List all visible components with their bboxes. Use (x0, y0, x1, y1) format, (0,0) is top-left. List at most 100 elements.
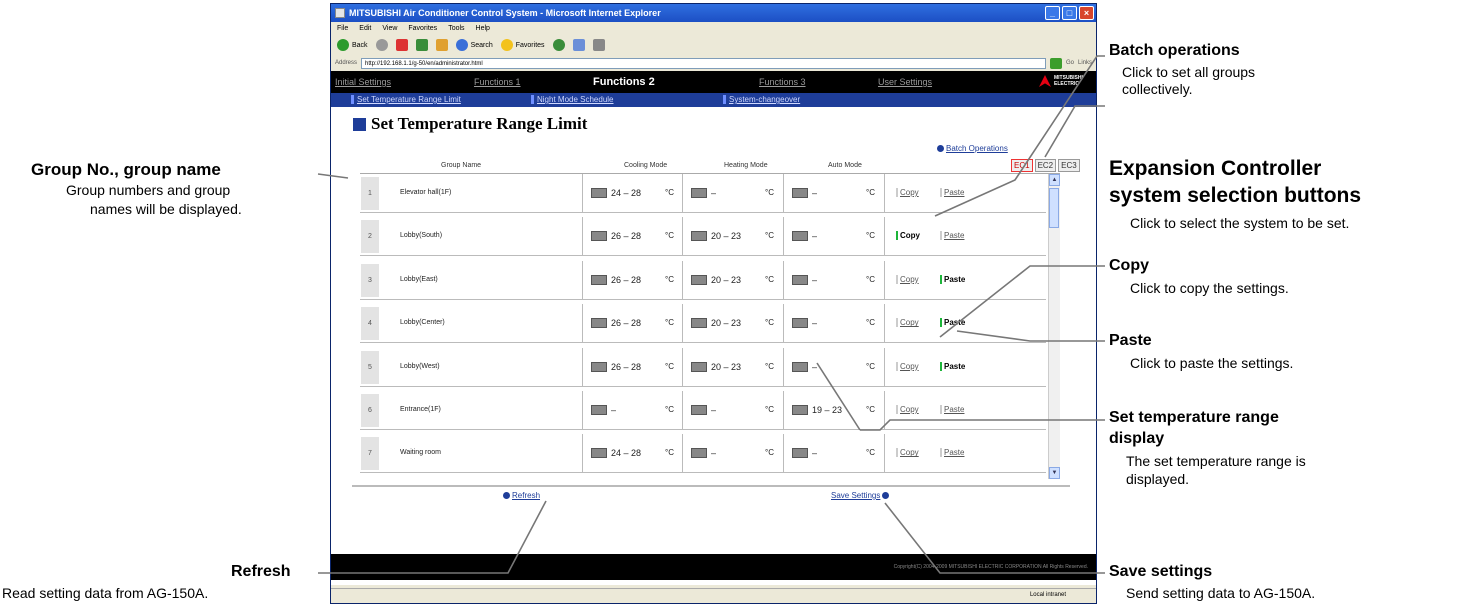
paste-button[interactable]: Paste (940, 274, 965, 284)
menu-view[interactable]: View (382, 25, 397, 32)
paste-button[interactable]: Paste (940, 188, 964, 197)
unit-label: °C (765, 231, 774, 241)
nav-functions-2[interactable]: Functions 2 (593, 76, 655, 88)
cooling-edit-button[interactable] (591, 231, 607, 242)
copy-button[interactable]: Copy (896, 231, 920, 241)
copy-button[interactable]: Copy (896, 188, 919, 197)
nav-user-settings[interactable]: User Settings (878, 77, 932, 87)
sub-nav-temp-range[interactable]: Set Temperature Range Limit (351, 95, 461, 104)
cooling-edit-button[interactable] (591, 448, 607, 459)
stop-button[interactable] (395, 39, 408, 51)
copy-button[interactable]: Copy (896, 448, 919, 458)
search-button[interactable]: Search (455, 39, 493, 51)
cooling-edit-button[interactable] (591, 318, 607, 329)
auto-edit-button[interactable] (792, 361, 808, 372)
heating-edit-button[interactable] (691, 318, 707, 329)
address-label: Address (335, 60, 358, 66)
history-icon (552, 39, 565, 51)
table-row: 6 Entrance(1F) – °C – °C 19 – 23 °C Copy (360, 391, 1046, 430)
heating-edit-button[interactable] (691, 231, 707, 242)
cooling-edit-button[interactable] (591, 405, 607, 415)
forward-button[interactable] (375, 39, 388, 51)
unit-label: °C (665, 318, 674, 328)
nav-functions-3[interactable]: Functions 3 (759, 77, 806, 87)
table-row: 3 Lobby(East) 26 – 28 °C 20 – 23 °C – °C… (360, 260, 1046, 300)
group-number: 3 (361, 263, 379, 297)
callout-refresh-title: Refresh (231, 563, 291, 580)
sub-nav-night-mode[interactable]: Night Mode Schedule (531, 95, 614, 104)
paste-button[interactable]: Paste (940, 318, 965, 328)
address-input[interactable]: http://192.168.1.1/g-50/en/administrator… (361, 57, 1046, 69)
heating-edit-button[interactable] (691, 448, 707, 459)
cooling-edit-button[interactable] (591, 188, 607, 198)
print-button[interactable] (592, 39, 605, 51)
group-number: 6 (361, 394, 379, 427)
auto-edit-button[interactable] (792, 448, 808, 459)
table-scrollbar[interactable]: ▲ ▼ (1048, 174, 1060, 479)
sub-nav-system-changeover[interactable]: System-changeover (723, 95, 800, 104)
paste-button[interactable]: Paste (940, 361, 965, 371)
copy-button[interactable]: Copy (896, 361, 919, 371)
save-settings-link[interactable]: Save Settings (831, 491, 890, 500)
menu-favorites[interactable]: Favorites (408, 25, 437, 32)
heating-edit-button[interactable] (691, 405, 707, 415)
header-heating: Heating Mode (724, 162, 768, 169)
nav-functions-1[interactable]: Functions 1 (474, 77, 521, 87)
callout-expansion-desc: Click to select the system to be set. (1130, 215, 1350, 231)
home-button[interactable] (435, 39, 448, 51)
cooling-range: 26 – 28 (611, 361, 642, 372)
unit-label: °C (866, 231, 875, 241)
unit-label: °C (866, 188, 875, 197)
heating-edit-button[interactable] (691, 361, 707, 372)
cooling-edit-button[interactable] (591, 274, 607, 285)
unit-label: °C (765, 361, 774, 371)
auto-range: – (812, 274, 818, 285)
menu-tools[interactable]: Tools (448, 25, 464, 32)
copy-button[interactable]: Copy (896, 318, 919, 328)
group-name: Lobby(Center) (400, 319, 445, 327)
auto-edit-button[interactable] (792, 231, 808, 242)
scroll-thumb[interactable] (1049, 188, 1059, 228)
menu-edit[interactable]: Edit (359, 25, 371, 32)
close-button[interactable]: × (1079, 6, 1094, 20)
search-icon (455, 39, 468, 51)
nav-initial-settings[interactable]: Initial Settings (335, 77, 391, 87)
mail-button[interactable] (572, 39, 585, 51)
copy-button[interactable]: Copy (896, 405, 919, 414)
scroll-down-icon[interactable]: ▼ (1049, 467, 1060, 479)
links-label[interactable]: Links (1078, 60, 1092, 66)
bullet-icon (503, 492, 510, 499)
table-row: 4 Lobby(Center) 26 – 28 °C 20 – 23 °C – … (360, 304, 1046, 344)
callout-group-desc-2: names will be displayed. (90, 201, 242, 217)
unit-label: °C (665, 188, 674, 197)
history-button[interactable] (552, 39, 565, 51)
title-square-icon (353, 117, 366, 131)
auto-edit-button[interactable] (792, 318, 808, 329)
back-button[interactable]: Back (337, 39, 368, 51)
menu-file[interactable]: File (337, 25, 348, 32)
auto-edit-button[interactable] (792, 274, 808, 285)
refresh-browser-button[interactable] (415, 39, 428, 51)
maximize-button[interactable]: □ (1062, 6, 1077, 20)
auto-cell: 19 – 23 °C (783, 391, 883, 429)
refresh-link[interactable]: Refresh (503, 491, 540, 500)
batch-operations-link[interactable]: Batch Operations (937, 144, 1008, 153)
cooling-edit-button[interactable] (591, 361, 607, 372)
copy-button[interactable]: Copy (896, 274, 919, 284)
paste-button[interactable]: Paste (940, 448, 964, 458)
cooling-cell: 26 – 28 °C (582, 304, 682, 343)
cooling-cell: 26 – 28 °C (582, 260, 682, 299)
cooling-range: 24 – 28 (611, 448, 642, 459)
heating-edit-button[interactable] (691, 274, 707, 285)
go-button[interactable] (1049, 57, 1062, 69)
auto-edit-button[interactable] (792, 405, 808, 415)
unit-label: °C (866, 448, 875, 458)
paste-button[interactable]: Paste (940, 405, 964, 414)
menu-help[interactable]: Help (476, 25, 490, 32)
scroll-up-icon[interactable]: ▲ (1049, 174, 1060, 186)
paste-button[interactable]: Paste (940, 231, 964, 241)
auto-edit-button[interactable] (792, 188, 808, 198)
minimize-button[interactable]: _ (1045, 6, 1060, 20)
heating-edit-button[interactable] (691, 188, 707, 198)
favorites-button[interactable]: Favorites (500, 39, 545, 51)
